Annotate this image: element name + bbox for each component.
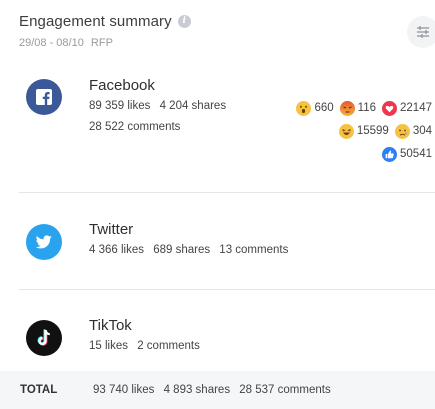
comments-count: 28 522 comments: [89, 121, 181, 133]
platform-name: Twitter: [89, 221, 134, 238]
platform-stats: 4 366 likes 689 shares 13 comments: [89, 244, 294, 256]
reaction-wow: 660: [296, 100, 334, 116]
settings-button[interactable]: [407, 16, 435, 48]
platform-name: Facebook: [89, 77, 155, 94]
total-likes: 93 740 likes: [93, 384, 155, 396]
platform-name: TikTok: [89, 317, 132, 334]
likes-count: 89 359 likes: [89, 100, 151, 112]
haha-icon: [338, 123, 354, 139]
platform-stats: 15 likes 2 comments: [89, 340, 206, 352]
total-stats: 93 740 likes 4 893 shares 28 537 comment…: [93, 384, 337, 396]
twitter-logo-icon: [26, 224, 62, 260]
divider: [19, 289, 435, 290]
total-label: TOTAL: [20, 384, 58, 396]
card-title: Engagement summary: [19, 12, 172, 30]
reaction-angry: 116: [339, 100, 377, 116]
reaction-haha: 15599: [338, 123, 389, 139]
divider: [19, 192, 435, 193]
shares-count: 689 shares: [153, 244, 211, 256]
sad-count: 304: [412, 125, 432, 137]
sliders-icon: [417, 26, 429, 38]
info-icon[interactable]: i: [177, 14, 191, 28]
haha-count: 15599: [356, 125, 389, 137]
platform-stats: 89 359 likes 4 204 shares: [89, 100, 232, 112]
reaction-like: 50541: [382, 146, 432, 162]
tiktok-logo-icon: [26, 320, 62, 356]
comments-count: 13 comments: [219, 244, 289, 256]
shares-count: 4 204 shares: [159, 100, 227, 112]
heart-icon: [382, 100, 398, 116]
wow-count: 660: [314, 102, 334, 114]
total-shares: 4 893 shares: [163, 384, 231, 396]
total-comments: 28 537 comments: [239, 384, 331, 396]
likes-count: 4 366 likes: [89, 244, 144, 256]
wow-icon: [296, 100, 312, 116]
total-row: TOTAL 93 740 likes 4 893 shares 28 537 c…: [0, 371, 435, 409]
facebook-logo-icon: [26, 79, 62, 115]
card-subtitle: 29/08 - 08/10 RFP: [19, 37, 419, 49]
thumbs-up-icon: [382, 146, 398, 162]
angry-count: 116: [357, 102, 377, 114]
love-count: 22147: [400, 102, 432, 114]
reactions-panel: 660 116 22147 15599 304 50541: [290, 98, 432, 167]
reaction-love: 22147: [382, 100, 432, 116]
account-name: RFP: [90, 37, 113, 49]
like-count: 50541: [400, 148, 432, 160]
comments-count: 2 comments: [137, 340, 200, 352]
angry-icon: [339, 100, 355, 116]
sad-icon: [394, 123, 410, 139]
reaction-sad: 304: [394, 123, 432, 139]
card-header: Engagement summary i 29/08 - 08/10 RFP: [19, 11, 419, 49]
likes-count: 15 likes: [89, 340, 128, 352]
date-range: 29/08 - 08/10: [19, 37, 84, 49]
platform-stats-comments: 28 522 comments: [89, 121, 186, 133]
